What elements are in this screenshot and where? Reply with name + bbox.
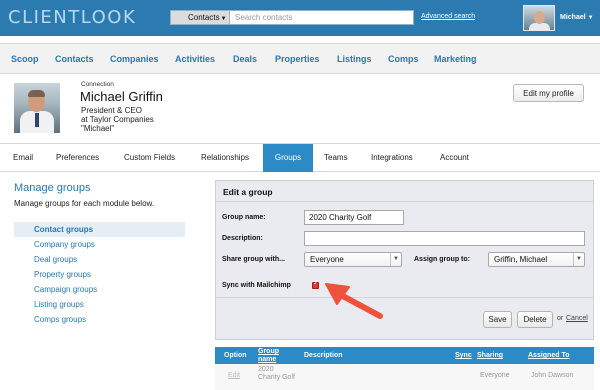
edit-row-link[interactable]: Edit xyxy=(228,372,240,379)
column-option: Option xyxy=(224,352,247,359)
description-field[interactable] xyxy=(304,231,585,246)
photo-tie xyxy=(35,113,39,127)
nav-item-scoop[interactable]: Scoop xyxy=(11,54,39,64)
sidebar-item-contact-groups[interactable]: Contact groups xyxy=(14,222,185,237)
share-group-select[interactable]: Everyone ▼ xyxy=(304,252,402,267)
clientlook-logo[interactable]: CLIENTLOOK xyxy=(8,7,136,28)
share-group-value: Everyone xyxy=(310,255,344,264)
profile-company: at Taylor Companies xyxy=(81,115,154,124)
edit-profile-button[interactable]: Edit my profile xyxy=(513,84,584,102)
sync-mailchimp-checkbox[interactable]: ✓ xyxy=(312,280,319,289)
user-menu[interactable]: Michael ▼ xyxy=(560,14,594,21)
table-row: Edit 2020 Charity Golf Everyone John Daw… xyxy=(215,364,594,390)
nav-item-marketing[interactable]: Marketing xyxy=(434,54,477,64)
group-module-list: Contact groups Company groups Deal group… xyxy=(14,222,185,327)
description-label: Description: xyxy=(222,235,263,242)
column-sharing[interactable]: Sharing xyxy=(477,352,503,359)
page-title: Manage groups xyxy=(14,182,91,194)
column-group-name[interactable]: Group xyxy=(258,348,279,355)
column-group-name-line2[interactable]: name xyxy=(258,356,276,363)
sidebar-item-listing-groups[interactable]: Listing groups xyxy=(14,297,185,312)
sidebar-item-property-groups[interactable]: Property groups xyxy=(14,267,185,282)
user-menu-label: Michael xyxy=(560,14,586,21)
sidebar-item-company-groups[interactable]: Company groups xyxy=(14,237,185,252)
nav-item-listings[interactable]: Listings xyxy=(337,54,372,64)
tab-integrations[interactable]: Integrations xyxy=(371,144,413,172)
tab-preferences[interactable]: Preferences xyxy=(56,144,99,172)
group-name-field[interactable]: 2020 Charity Golf xyxy=(304,210,404,225)
chevron-down-icon: ▼ xyxy=(220,16,227,22)
nav-item-companies[interactable]: Companies xyxy=(110,54,159,64)
select-arrows-icon: ▼ xyxy=(390,253,401,266)
group-name-label: Group name: xyxy=(222,214,266,221)
nav-item-comps[interactable]: Comps xyxy=(388,54,419,64)
avatar-face xyxy=(534,11,545,24)
or-text: or xyxy=(557,315,564,322)
search-scope-dropdown[interactable]: Contacts▼ xyxy=(171,11,230,24)
delete-button[interactable]: Delete xyxy=(517,311,553,328)
page-subtitle: Manage groups for each module below. xyxy=(14,199,155,208)
sidebar-item-comps-groups[interactable]: Comps groups xyxy=(14,312,185,327)
panel-divider xyxy=(216,297,593,298)
nav-item-properties[interactable]: Properties xyxy=(275,54,320,64)
nav-item-activities[interactable]: Activities xyxy=(175,54,215,64)
edit-group-title: Edit a group xyxy=(223,187,273,197)
row-group-name[interactable]: 2020 xyxy=(258,366,274,373)
nav-item-deals[interactable]: Deals xyxy=(233,54,257,64)
nav-item-contacts[interactable]: Contacts xyxy=(55,54,94,64)
sidebar-item-campaign-groups[interactable]: Campaign groups xyxy=(14,282,185,297)
advanced-search-link[interactable]: Advanced search xyxy=(421,13,475,20)
panel-divider xyxy=(216,201,593,202)
search-input[interactable] xyxy=(233,11,411,24)
avatar-shirt xyxy=(529,23,550,31)
profile-title: President & CEO xyxy=(81,106,142,115)
annotation-arrow-icon xyxy=(325,283,383,319)
column-sync[interactable]: Sync xyxy=(455,352,472,359)
tab-groups[interactable]: Groups xyxy=(263,144,313,172)
column-assigned-to[interactable]: Assigned To xyxy=(528,352,569,359)
share-group-label: Share group with... xyxy=(222,256,286,263)
row-group-name-line2[interactable]: Charity Golf xyxy=(258,374,295,381)
profile-photo xyxy=(14,83,60,133)
assign-group-label: Assign group to: xyxy=(414,256,470,263)
main-nav: Scoop Contacts Companies Activities Deal… xyxy=(0,43,600,74)
select-arrows-icon: ▼ xyxy=(573,253,584,266)
assign-group-value: Griffin, Michael xyxy=(494,255,548,264)
row-sharing: Everyone xyxy=(480,372,510,379)
row-assigned-to: John Dawson xyxy=(531,372,574,379)
tab-account[interactable]: Account xyxy=(440,144,469,172)
photo-hair xyxy=(28,90,45,97)
top-bar: CLIENTLOOK Contacts▼ Advanced search Mic… xyxy=(0,0,600,36)
check-icon: ✓ xyxy=(313,280,319,287)
settings-tabs: Email Preferences Custom Fields Relation… xyxy=(0,143,600,172)
user-avatar[interactable] xyxy=(523,5,555,31)
search-scope-label: Contacts xyxy=(188,13,220,22)
profile-name: Michael Griffin xyxy=(80,89,163,104)
sidebar-item-deal-groups[interactable]: Deal groups xyxy=(14,252,185,267)
column-description: Description xyxy=(304,352,343,359)
tab-teams[interactable]: Teams xyxy=(324,144,348,172)
connection-label: Connection xyxy=(81,81,114,88)
sync-mailchimp-label: Sync with Mailchimp xyxy=(222,282,291,289)
search-box: Contacts▼ xyxy=(170,10,414,25)
assign-group-select[interactable]: Griffin, Michael ▼ xyxy=(488,252,585,267)
tab-custom-fields[interactable]: Custom Fields xyxy=(124,144,175,172)
chevron-down-icon: ▼ xyxy=(587,15,594,21)
profile-nickname: "Michael" xyxy=(81,124,115,133)
tab-email[interactable]: Email xyxy=(0,144,44,172)
cancel-link[interactable]: Cancel xyxy=(566,315,588,322)
save-button[interactable]: Save xyxy=(483,311,512,328)
groups-table-header: Option Group name Description Sync Shari… xyxy=(215,347,594,364)
tab-relationships[interactable]: Relationships xyxy=(201,144,249,172)
